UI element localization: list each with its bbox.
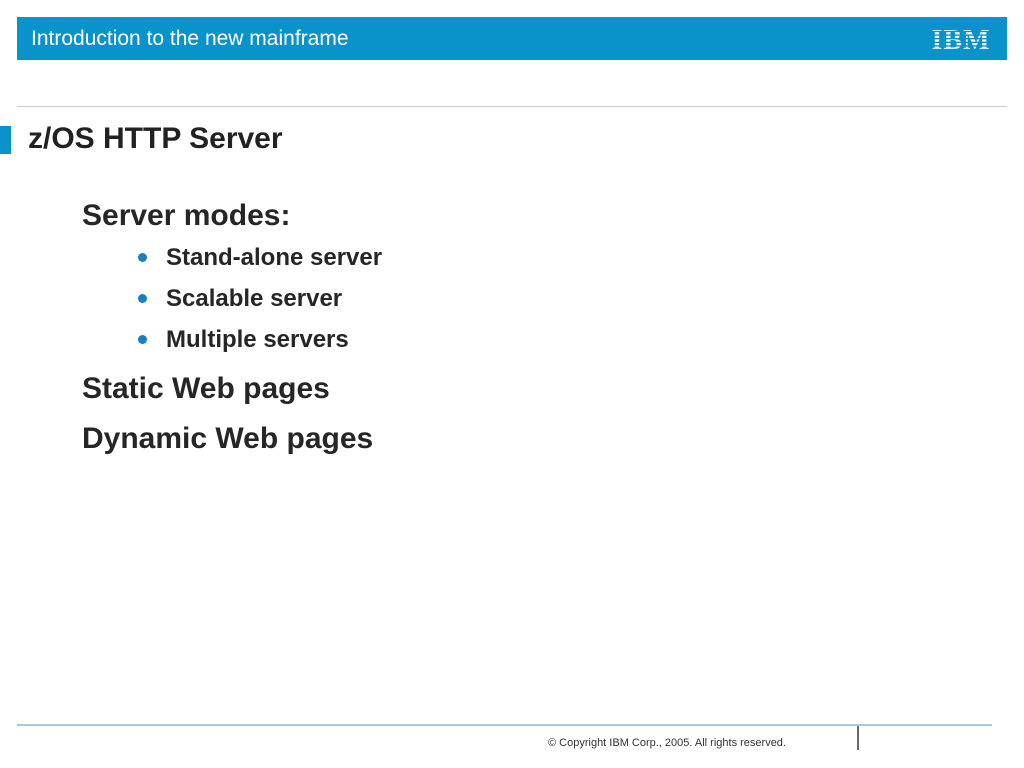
list-item: Scalable server xyxy=(82,278,882,319)
header-divider xyxy=(17,106,1007,107)
footer-divider xyxy=(17,724,992,726)
list-item-label: Stand-alone server xyxy=(166,244,383,271)
slide: Introduction to the new mainframe IBM z/… xyxy=(0,0,1024,768)
bullet-icon xyxy=(138,335,147,344)
server-modes-list: Stand-alone server Scalable server Multi… xyxy=(82,237,882,360)
footer-tick xyxy=(857,726,859,750)
bullet-icon xyxy=(138,294,147,303)
server-modes-heading: Server modes: xyxy=(82,199,291,232)
static-pages-item: Static Web pages xyxy=(82,372,330,405)
slide-content: Server modes: Stand-alone server Scalabl… xyxy=(82,197,882,458)
title-marker xyxy=(0,126,11,154)
dynamic-pages-item: Dynamic Web pages xyxy=(82,422,374,455)
list-item-label: Scalable server xyxy=(166,285,343,312)
slide-title: z/OS HTTP Server xyxy=(28,122,283,155)
copyright-notice: © Copyright IBM Corp., 2005. All rights … xyxy=(548,737,786,749)
list-item: Multiple servers xyxy=(82,319,882,360)
header-bar: Introduction to the new mainframe IBM xyxy=(17,17,1007,60)
list-item-label: Multiple servers xyxy=(166,326,349,353)
list-item: Stand-alone server xyxy=(82,237,882,278)
ibm-logo: IBM xyxy=(931,25,991,53)
bullet-icon xyxy=(138,253,147,262)
header-title: Introduction to the new mainframe xyxy=(31,27,349,50)
